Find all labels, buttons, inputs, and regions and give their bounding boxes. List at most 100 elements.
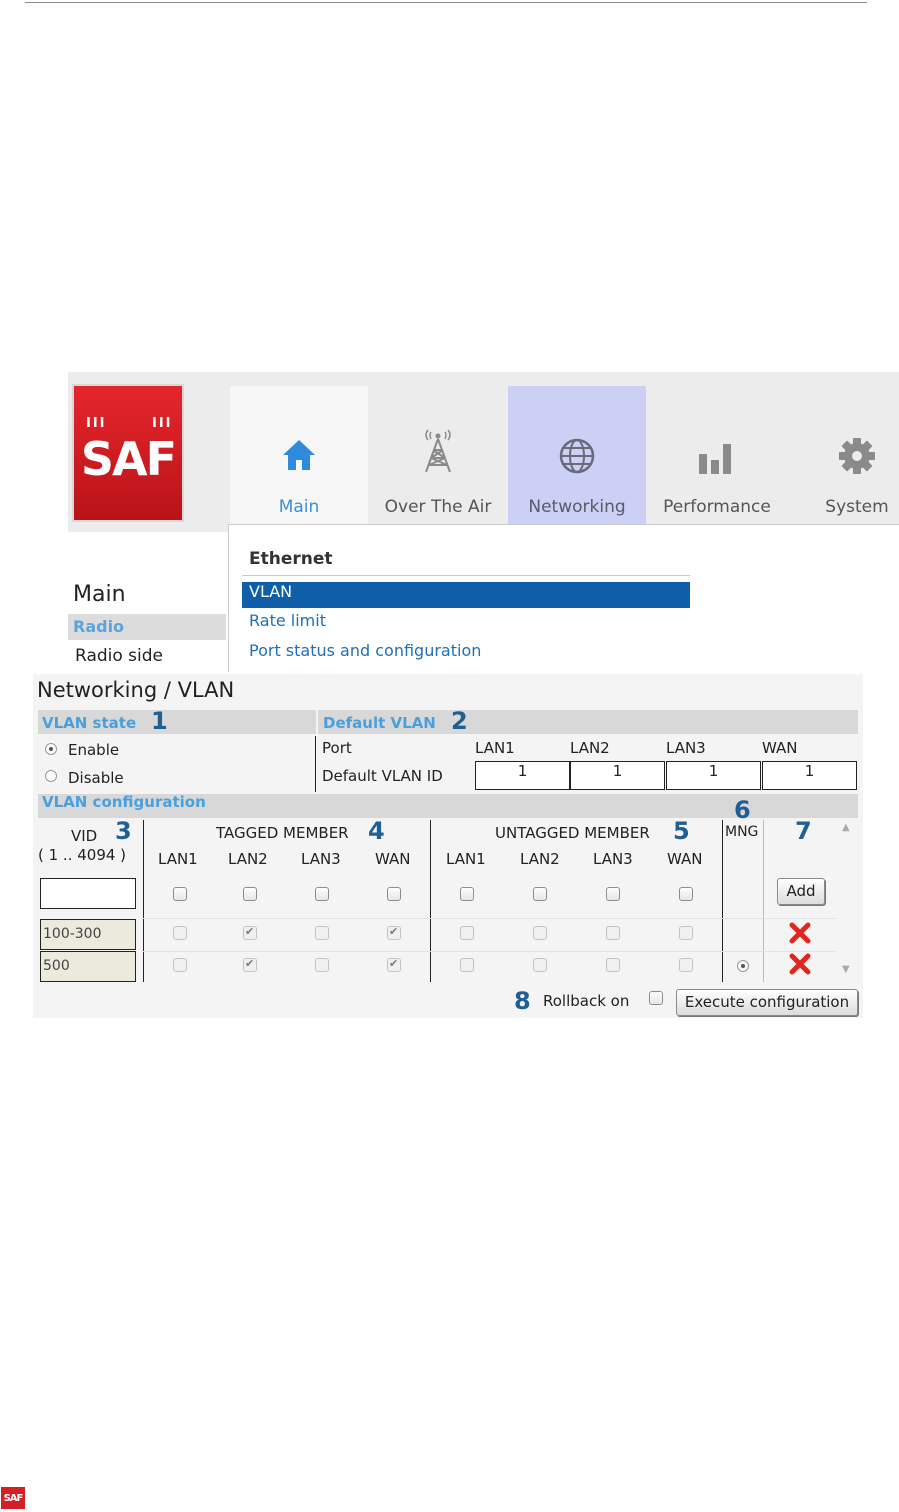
row2-tagged-lan3-checkbox — [315, 958, 329, 972]
tab-over-the-air[interactable]: Over The Air — [369, 386, 507, 526]
untagged-port-lan2: LAN2 — [520, 850, 560, 868]
footer-saf-logo: SAF — [1, 1487, 25, 1509]
vlan-panel: Networking / VLAN VLAN state 1 Default V… — [33, 674, 863, 1018]
row1-untagged-lan2-checkbox — [533, 926, 547, 940]
menu-item-vlan[interactable]: VLAN — [242, 582, 690, 608]
untagged-port-lan1: LAN1 — [446, 850, 486, 868]
mng-label: MNG — [725, 824, 759, 840]
sidebar-item-radio[interactable]: Radio — [68, 614, 226, 640]
port-label: Port — [322, 739, 352, 757]
menu-header-ethernet: Ethernet — [249, 549, 333, 569]
sidebar-title: Main — [73, 582, 126, 607]
config-table-scrollbar[interactable]: ▲ ▼ — [836, 818, 860, 982]
callout-8: 8 — [514, 987, 531, 1015]
callout-5: 5 — [673, 817, 690, 845]
new-untagged-lan2-checkbox[interactable] — [533, 887, 547, 901]
tab-networking[interactable]: Networking — [508, 386, 646, 526]
antenna-icon — [369, 428, 507, 473]
callout-4: 4 — [368, 817, 385, 845]
new-tagged-lan1-checkbox[interactable] — [173, 887, 187, 901]
menu-item-rate-limit[interactable]: Rate limit — [242, 611, 690, 637]
callout-2: 2 — [451, 707, 468, 735]
vid-row-1[interactable]: 100-300 — [40, 919, 136, 950]
row2-tagged-wan-checkbox — [387, 957, 401, 972]
disable-radio[interactable] — [45, 770, 57, 782]
untagged-port-lan3: LAN3 — [593, 850, 633, 868]
enable-label: Enable — [68, 741, 120, 759]
new-tagged-lan2-checkbox[interactable] — [243, 887, 257, 901]
page-title: Networking / VLAN — [37, 678, 235, 702]
delete-row-1-icon[interactable] — [789, 922, 811, 944]
callout-1: 1 — [151, 707, 168, 735]
add-button[interactable]: Add — [777, 878, 825, 905]
row2-untagged-lan2-checkbox — [533, 958, 547, 972]
new-untagged-wan-checkbox[interactable] — [679, 887, 693, 901]
networking-dropdown-menu: Ethernet VLAN Rate limit Port status and… — [228, 524, 899, 672]
row1-untagged-lan1-checkbox — [460, 926, 474, 940]
gear-icon — [788, 436, 899, 476]
navigation-screenshot: III III SAF Main Over The Air Networking… — [68, 372, 899, 672]
menu-item-port-status[interactable]: Port status and configuration — [242, 641, 690, 667]
tab-system[interactable]: System — [788, 386, 899, 526]
sidebar-item-radio-side[interactable]: Radio side — [75, 646, 163, 666]
scroll-up-arrow-icon[interactable]: ▲ — [842, 822, 850, 833]
disable-label: Disable — [68, 769, 124, 787]
callout-7: 7 — [795, 817, 812, 845]
default-port-lan1: LAN1 — [475, 739, 515, 757]
row1-untagged-lan3-checkbox — [606, 926, 620, 940]
vlan-configuration-header: VLAN configuration — [42, 793, 206, 811]
saf-logo[interactable]: III III SAF — [72, 384, 184, 522]
tagged-port-lan1: LAN1 — [158, 850, 198, 868]
home-icon — [230, 436, 368, 476]
vid-row-2[interactable]: 500 — [40, 951, 136, 982]
scroll-down-arrow-icon[interactable]: ▼ — [842, 964, 850, 975]
row1-tagged-lan3-checkbox — [315, 926, 329, 940]
tagged-port-lan3: LAN3 — [301, 850, 341, 868]
vid-range-label: ( 1 .. 4094 ) — [38, 846, 127, 864]
default-port-lan2: LAN2 — [570, 739, 610, 757]
callout-3: 3 — [115, 817, 132, 845]
row2-untagged-lan1-checkbox — [460, 958, 474, 972]
delete-row-2-icon[interactable] — [789, 953, 811, 975]
row2-untagged-wan-checkbox — [679, 958, 693, 972]
new-tagged-wan-checkbox[interactable] — [387, 887, 401, 901]
untagged-member-label: UNTAGGED MEMBER — [495, 824, 650, 842]
tagged-port-wan: WAN — [375, 850, 411, 868]
row1-tagged-lan1-checkbox — [173, 926, 187, 940]
callout-6: 6 — [734, 796, 751, 824]
execute-configuration-button[interactable]: Execute configuration — [676, 989, 858, 1016]
row1-untagged-wan-checkbox — [679, 926, 693, 940]
row2-untagged-lan3-checkbox — [606, 958, 620, 972]
vid-input[interactable] — [40, 878, 136, 909]
tagged-member-label: TAGGED MEMBER — [216, 824, 349, 842]
default-port-wan: WAN — [762, 739, 798, 757]
bar-chart-icon — [648, 436, 786, 476]
default-vlan-id-label: Default VLAN ID — [322, 767, 443, 785]
untagged-port-wan: WAN — [667, 850, 703, 868]
globe-icon — [508, 436, 646, 476]
new-untagged-lan3-checkbox[interactable] — [606, 887, 620, 901]
row2-mng-radio[interactable] — [737, 960, 749, 972]
default-vlan-id-lan1[interactable]: 1 — [475, 761, 570, 790]
default-port-lan3: LAN3 — [666, 739, 706, 757]
tab-main[interactable]: Main — [230, 386, 368, 526]
vlan-state-header: VLAN state — [42, 714, 137, 732]
new-untagged-lan1-checkbox[interactable] — [460, 887, 474, 901]
new-tagged-lan3-checkbox[interactable] — [315, 887, 329, 901]
row2-tagged-lan1-checkbox — [173, 958, 187, 972]
default-vlan-id-wan[interactable]: 1 — [762, 761, 857, 790]
default-vlan-header: Default VLAN — [323, 714, 436, 732]
row1-tagged-lan2-checkbox — [243, 925, 257, 940]
default-vlan-id-lan2[interactable]: 1 — [570, 761, 665, 790]
rollback-checkbox[interactable] — [649, 991, 663, 1005]
sidebar: Main Radio Radio side — [68, 532, 226, 672]
row1-tagged-wan-checkbox — [387, 925, 401, 940]
default-vlan-id-lan3[interactable]: 1 — [666, 761, 761, 790]
tab-performance[interactable]: Performance — [648, 386, 786, 526]
rollback-label: Rollback on — [543, 992, 630, 1010]
vid-label: VID — [71, 827, 98, 845]
page-top-rule — [25, 2, 867, 3]
tagged-port-lan2: LAN2 — [228, 850, 268, 868]
enable-radio[interactable] — [45, 743, 57, 755]
row2-tagged-lan2-checkbox — [243, 957, 257, 972]
